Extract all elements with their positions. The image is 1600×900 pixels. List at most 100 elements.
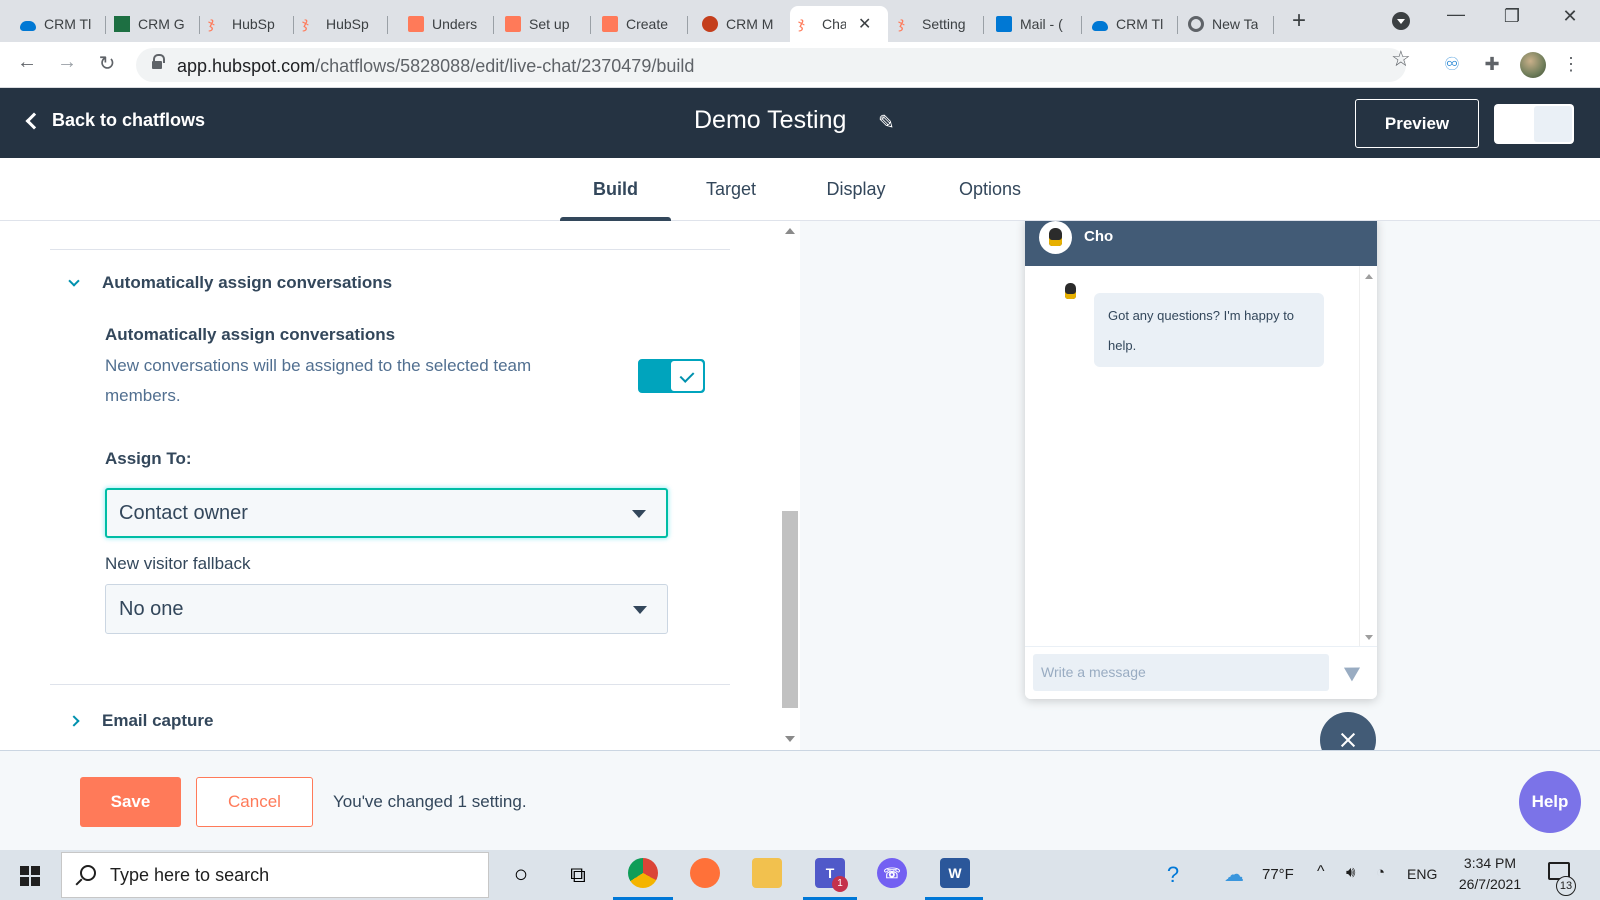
hubspot-icon: ჯ xyxy=(798,15,805,32)
caret-down-icon xyxy=(633,606,647,614)
new-tab-button[interactable]: + xyxy=(1292,8,1306,34)
cancel-button[interactable]: Cancel xyxy=(196,777,313,827)
hubspot-icon: ჯ xyxy=(208,15,215,32)
browser-tab[interactable]: CRM M xyxy=(694,6,788,42)
wifi-icon[interactable]: ◔ xyxy=(1376,864,1385,881)
profile-avatar[interactable] xyxy=(1520,52,1546,78)
browser-tab[interactable]: New Ta xyxy=(1180,6,1274,42)
section-divider xyxy=(50,684,730,685)
chat-messages: Got any questions? I'm happy to help. xyxy=(1025,266,1377,646)
chevron-up-icon[interactable]: ^ xyxy=(1317,863,1325,881)
address-bar[interactable]: app.hubspot.com/chatflows/5828088/edit/l… xyxy=(136,48,1406,82)
weather-temperature[interactable]: 77°F xyxy=(1262,866,1294,883)
chevron-down-icon xyxy=(68,275,80,287)
file-explorer-icon[interactable] xyxy=(752,858,782,888)
scroll-up-arrow-icon[interactable] xyxy=(785,228,795,234)
browser-toolbar: ← → ↻ app.hubspot.com/chatflows/5828088/… xyxy=(0,42,1600,88)
powerpoint-icon xyxy=(702,16,718,32)
chat-header: Cho xyxy=(1025,221,1377,266)
hubspot-academy-icon xyxy=(602,16,618,32)
browser-tab[interactable]: CRM G xyxy=(106,6,200,42)
save-bar: Save Cancel You've changed 1 setting. He… xyxy=(0,750,1600,850)
assign-to-select[interactable]: Contact owner xyxy=(105,488,668,538)
chat-input-area: Write a message xyxy=(1025,646,1377,699)
tab-target[interactable]: Target xyxy=(695,158,767,221)
agent-avatar xyxy=(1039,221,1072,254)
weather-icon[interactable]: ☁ xyxy=(1218,859,1250,891)
chat-message-input[interactable]: Write a message xyxy=(1033,654,1329,691)
scroll-up-arrow-icon[interactable] xyxy=(1365,274,1373,279)
browser-tab[interactable]: ჯ HubSp xyxy=(294,6,388,42)
chatflow-tabs: Build Target Display Options xyxy=(0,158,1600,222)
word-app-icon[interactable]: W xyxy=(940,858,970,888)
browser-tab[interactable]: CRM Tl xyxy=(12,6,106,42)
browser-tab[interactable]: ჯ HubSp xyxy=(200,6,294,42)
chat-widget-preview: Cho Got any questions? I'm happy to help… xyxy=(1025,221,1377,699)
search-icon xyxy=(80,865,96,881)
unsaved-changes-text: You've changed 1 setting. xyxy=(333,792,527,811)
url-text[interactable]: app.hubspot.com/chatflows/5828088/edit/l… xyxy=(177,56,694,77)
help-button[interactable]: Help xyxy=(1519,771,1581,833)
scroll-down-arrow-icon[interactable] xyxy=(785,736,795,742)
agent-avatar xyxy=(1059,280,1083,304)
assign-section-toggle[interactable]: Automatically assign conversations xyxy=(68,273,392,293)
restore-icon[interactable]: ❐ xyxy=(1502,6,1522,27)
settings-panel: Automatically assign conversations Autom… xyxy=(0,221,800,750)
section-divider xyxy=(50,249,730,250)
notification-count: 13 xyxy=(1556,876,1576,896)
puzzle-icon[interactable]: ✚ xyxy=(1481,54,1503,76)
hubspot-icon: ჯ xyxy=(898,15,905,32)
tab-options[interactable]: Options xyxy=(950,158,1030,221)
cloud-icon xyxy=(20,21,36,31)
tab-display[interactable]: Display xyxy=(820,158,892,221)
fallback-label: New visitor fallback xyxy=(105,554,251,573)
tab-search-icon[interactable] xyxy=(1392,12,1410,30)
fallback-select[interactable]: No one xyxy=(105,584,668,634)
auto-assign-toggle[interactable] xyxy=(638,359,705,393)
back-arrow-icon[interactable]: ← xyxy=(14,51,40,74)
reload-icon[interactable]: ↻ xyxy=(94,51,120,76)
cloud-icon xyxy=(1092,21,1108,31)
back-to-chatflows-link[interactable]: Back to chatflows xyxy=(25,110,205,131)
volume-icon[interactable]: 🔊︎ xyxy=(1346,864,1355,881)
browser-tab[interactable]: CRM Tl xyxy=(1084,6,1178,42)
outlook-icon xyxy=(996,16,1012,32)
task-view-icon[interactable]: ⧉ xyxy=(562,859,594,891)
hubspot-academy-icon xyxy=(505,16,521,32)
pencil-icon[interactable]: ✎ xyxy=(878,110,895,135)
browser-tab-active[interactable]: ჯ Cha ✕ xyxy=(790,6,888,42)
browser-tab[interactable]: Set up xyxy=(497,6,591,42)
chrome-app-icon[interactable] xyxy=(628,858,658,888)
browser-tab[interactable]: Mail - ( xyxy=(988,6,1082,42)
language-indicator[interactable]: ENG xyxy=(1407,866,1437,882)
system-clock[interactable]: 3:34 PM 26/7/2021 xyxy=(1450,853,1530,895)
excel-icon xyxy=(114,16,130,32)
hubspot-academy-icon xyxy=(408,16,424,32)
help-tray-icon[interactable]: ? xyxy=(1157,859,1189,891)
email-capture-section-toggle[interactable]: Email capture xyxy=(68,711,214,731)
taskbar-search-box[interactable]: Type here to search xyxy=(61,852,489,898)
save-button[interactable]: Save xyxy=(80,777,181,827)
browser-tab[interactable]: Unders xyxy=(400,6,494,42)
assign-to-label: Assign To: xyxy=(105,449,192,468)
minimize-icon[interactable]: — xyxy=(1446,4,1466,25)
cortana-icon[interactable]: ○ xyxy=(505,859,537,891)
scrollbar-thumb[interactable] xyxy=(782,511,798,708)
close-window-icon[interactable]: ✕ xyxy=(1560,6,1580,27)
close-tab-icon[interactable]: ✕ xyxy=(858,14,871,34)
windows-start-icon[interactable] xyxy=(20,866,40,886)
extension-icon[interactable]: ♾ xyxy=(1441,54,1463,76)
tab-build[interactable]: Build xyxy=(560,158,671,222)
browser-tab[interactable]: ჯ Setting xyxy=(890,6,984,42)
send-icon[interactable] xyxy=(1343,660,1365,682)
scroll-down-arrow-icon[interactable] xyxy=(1365,635,1373,640)
firefox-app-icon[interactable] xyxy=(690,858,720,888)
browser-tab[interactable]: Create xyxy=(594,6,688,42)
viber-app-icon[interactable]: ☏ xyxy=(877,858,907,888)
bookmark-star-icon[interactable]: ☆ xyxy=(1391,46,1411,72)
forward-arrow-icon[interactable]: → xyxy=(54,51,80,74)
chatflow-status-toggle[interactable] xyxy=(1494,104,1574,144)
preview-button[interactable]: Preview xyxy=(1355,99,1479,148)
chat-scrollbar[interactable] xyxy=(1359,266,1377,646)
menu-dots-icon[interactable]: ⋮ xyxy=(1560,54,1582,76)
